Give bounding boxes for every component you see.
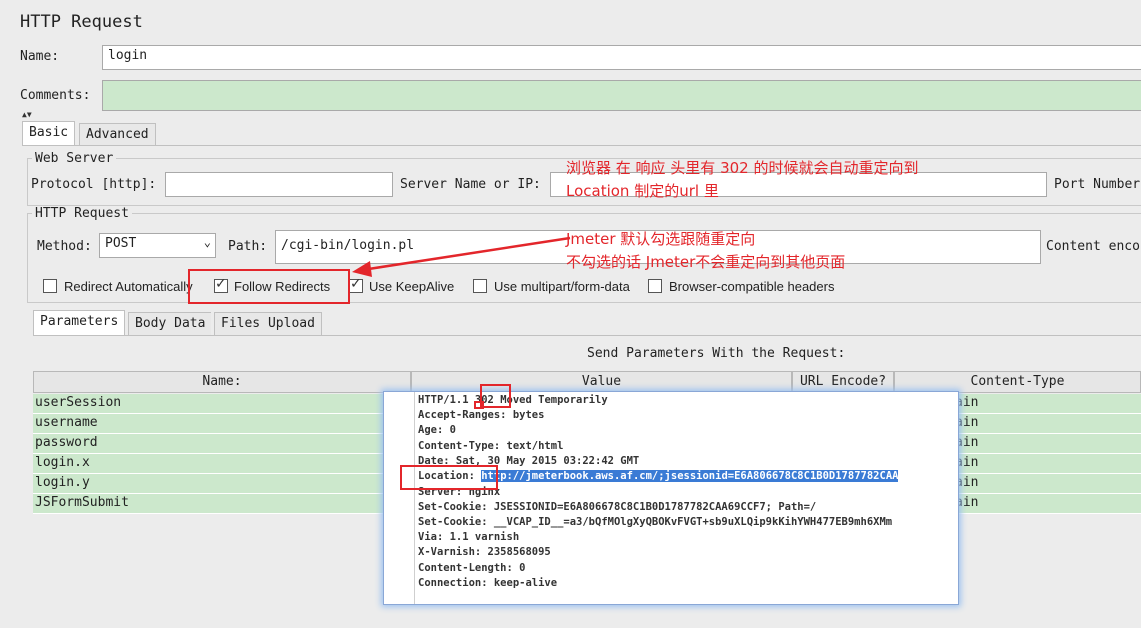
- panel-title: HTTP Request: [20, 12, 143, 32]
- col-url-encode-header[interactable]: URL Encode?: [792, 371, 894, 393]
- browser-compatible-checkbox[interactable]: [648, 279, 662, 293]
- use-multipart-label: Use multipart/form-data: [494, 279, 630, 294]
- header-via: Via: 1.1 varnish: [418, 531, 520, 543]
- annotation-arrow: [352, 236, 571, 277]
- param-name: userSession: [35, 395, 122, 410]
- col-value-header[interactable]: Value: [411, 371, 792, 393]
- params-title: Send Parameters With the Request:: [587, 346, 846, 361]
- protocol-label: Protocol [http]:: [31, 177, 157, 192]
- protocol-input[interactable]: [165, 172, 393, 197]
- http-request-legend: HTTP Request: [32, 206, 132, 221]
- param-name: login.y: [35, 475, 90, 490]
- header-age: Age: 0: [418, 424, 456, 436]
- name-label: Name:: [20, 49, 60, 64]
- redirect-automatically-label: Redirect Automatically: [64, 279, 193, 294]
- arrow-head: [352, 261, 372, 277]
- header-set-cookie-1: Set-Cookie: JSESSIONID=E6A806678C8C1B0D1…: [418, 501, 817, 513]
- annotation-jmeter-note-line1: Jmeter 默认勾选跟随重定向: [566, 230, 756, 248]
- use-keepalive-checkbox[interactable]: [349, 276, 363, 293]
- server-name-label: Server Name or IP:: [400, 177, 541, 192]
- param-name: JSFormSubmit: [35, 495, 129, 510]
- response-headers-popup: HTTP/1.1 302 Moved Temporarily Accept-Ra…: [383, 391, 959, 605]
- annotation-redirect-note-line1: 浏览器 在 响应 头里有 302 的时候就会自动重定向到: [566, 159, 919, 177]
- popup-gutter: [414, 392, 415, 604]
- col-content-type-header[interactable]: Content-Type: [894, 371, 1141, 393]
- web-server-legend: Web Server: [32, 151, 117, 166]
- splitter-arrows-icon[interactable]: ▲▼: [22, 110, 32, 119]
- header-set-cookie-2: Set-Cookie: __VCAP_ID__=a3/bQfMOlgXyQBOK…: [418, 516, 893, 528]
- follow-redirects-highlight: [188, 269, 350, 304]
- param-name: password: [35, 435, 98, 450]
- method-select[interactable]: POST ⌄: [99, 233, 216, 258]
- header-content-type: Content-Type: text/html: [418, 440, 564, 452]
- browser-compatible-label: Browser-compatible headers: [669, 279, 835, 294]
- method-label: Method:: [37, 239, 92, 254]
- annotation-jmeter-note-line2: 不勾选的话 Jmeter不会重定向到其他页面: [566, 253, 846, 271]
- name-input[interactable]: login: [102, 45, 1141, 70]
- col-name-header[interactable]: Name:: [33, 371, 411, 393]
- tab-body-data[interactable]: Body Data: [128, 312, 212, 335]
- chevron-down-icon: ⌄: [203, 235, 211, 249]
- location-url-selected: http://jmeterbook.aws.af.cm/;jsessionid=…: [481, 470, 899, 482]
- arrow-shaft: [361, 236, 571, 272]
- response-status-line: HTTP/1.1 302 Moved Temporarily: [418, 394, 608, 406]
- status-marker-highlight: [474, 401, 484, 409]
- status-prefix: HTTP/1.1: [418, 394, 475, 406]
- port-number-label: Port Number: [1054, 177, 1141, 192]
- tab-advanced[interactable]: Advanced: [79, 123, 156, 145]
- use-keepalive-label: Use KeepAlive: [369, 279, 455, 294]
- param-name: login.x: [35, 455, 90, 470]
- location-highlight: [400, 465, 498, 490]
- comments-input[interactable]: [102, 80, 1141, 111]
- method-value: POST: [105, 236, 137, 251]
- tab-basic[interactable]: Basic: [22, 121, 76, 145]
- content-encoding-label: Content enco: [1046, 239, 1140, 254]
- param-name: username: [35, 415, 98, 430]
- tab-divider: [22, 145, 1141, 146]
- annotation-redirect-note-line2: Location 制定的url 里: [566, 182, 719, 200]
- header-x-varnish: X-Varnish: 2358568095: [418, 546, 551, 558]
- use-multipart-checkbox[interactable]: [473, 279, 487, 293]
- tab-files-upload[interactable]: Files Upload: [214, 312, 322, 335]
- header-accept-ranges: Accept-Ranges: bytes: [418, 409, 545, 421]
- status-302-highlight: [480, 384, 511, 408]
- header-content-length: Content-Length: 0: [418, 562, 526, 574]
- comments-label: Comments:: [20, 88, 91, 103]
- path-label: Path:: [228, 239, 268, 254]
- redirect-automatically-checkbox[interactable]: [43, 279, 57, 293]
- tab-parameters[interactable]: Parameters: [33, 310, 126, 335]
- header-connection: Connection: keep-alive: [418, 577, 558, 589]
